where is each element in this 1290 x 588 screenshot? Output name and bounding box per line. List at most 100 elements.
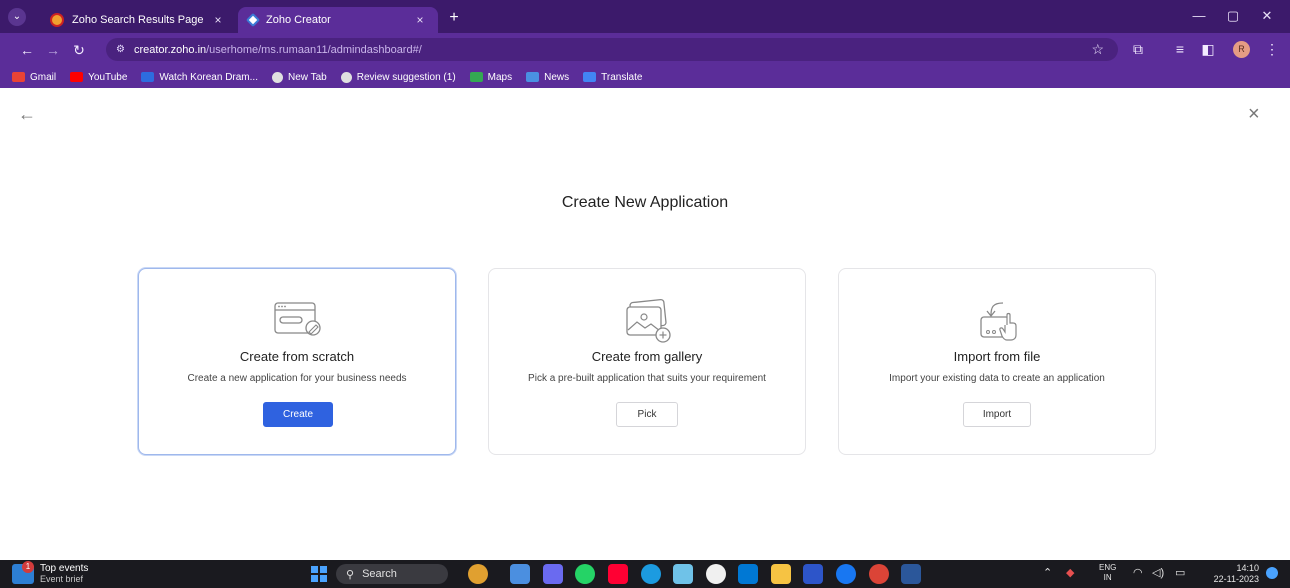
wifi-icon[interactable]: ◠ — [1133, 566, 1143, 579]
gallery-icon — [626, 298, 671, 343]
volume-icon[interactable]: ◁) — [1152, 566, 1164, 579]
store-icon[interactable] — [738, 564, 758, 584]
bookmark-maps[interactable]: Maps — [469, 71, 513, 83]
task-view-icon[interactable] — [510, 564, 530, 584]
back-icon[interactable]: ← — [18, 41, 36, 59]
import-file-icon — [980, 302, 1017, 341]
url-path: /userhome/ms.rumaan11/admindashboard#/ — [206, 43, 422, 56]
reading-list-icon[interactable]: ≡ — [1170, 40, 1190, 58]
start-button[interactable] — [311, 566, 327, 582]
reload-icon[interactable]: ↻ — [70, 41, 88, 59]
edge-icon[interactable] — [641, 564, 661, 584]
blank-app-icon — [274, 302, 321, 336]
bookmark-label: Gmail — [30, 71, 57, 83]
forward-icon[interactable]: → — [44, 41, 62, 59]
chrome-icon[interactable] — [869, 564, 889, 584]
system-clock[interactable]: 14:10 22-11-2023 — [1211, 563, 1259, 585]
bookmark-label: Maps — [487, 71, 513, 83]
card-title: Import from file — [953, 349, 1041, 364]
zoho-favicon-icon — [50, 13, 64, 27]
address-bar[interactable]: ⚙ creator.zoho.in/userhome/ms.rumaan11/a… — [106, 38, 1118, 61]
whatsapp-icon[interactable] — [575, 564, 595, 584]
tab-zoho-search[interactable]: Zoho Search Results Page × — [40, 7, 236, 33]
github-icon[interactable] — [706, 564, 726, 584]
language-indicator[interactable]: ENG IN — [1099, 563, 1116, 583]
create-button[interactable]: Create — [263, 402, 333, 427]
widgets-badge: 1 — [22, 561, 34, 573]
drama-site-icon — [141, 72, 155, 82]
new-tab-button[interactable]: + — [444, 9, 464, 29]
card-description: Pick a pre-built application that suits … — [528, 373, 766, 384]
widgets-subtitle: Event brief — [40, 574, 84, 584]
facebook-icon[interactable] — [836, 564, 856, 584]
tray-overflow-icon[interactable]: ⌃ — [1043, 566, 1052, 579]
widgets-title: Top events — [40, 563, 89, 574]
bookmark-youtube[interactable]: YouTube — [70, 72, 127, 83]
clock-time: 14:10 — [1236, 563, 1259, 573]
widgets-text[interactable]: Top events Event brief — [40, 563, 88, 585]
region-code: IN — [1103, 573, 1112, 582]
bookmark-korean-drama[interactable]: Watch Korean Dram... — [141, 72, 258, 83]
windows-taskbar: 1 Top events Event brief ⚲ Search ⌃ ◆ EN… — [0, 560, 1290, 588]
minimize-icon[interactable]: — — [1188, 8, 1210, 23]
tab-title: Zoho Search Results Page — [72, 14, 204, 26]
tab-search-button[interactable]: ⌄ — [8, 8, 26, 26]
card-import-from-file[interactable]: Import from file Import your existing da… — [838, 268, 1156, 455]
window-close-icon[interactable]: ✕ — [1256, 8, 1278, 24]
lang-code: ENG — [1099, 563, 1117, 572]
back-arrow-icon[interactable]: ← — [18, 104, 36, 125]
taskbar-search[interactable]: ⚲ Search — [336, 564, 448, 584]
card-create-from-scratch[interactable]: Create from scratch Create a new applica… — [138, 268, 456, 455]
card-title: Create from gallery — [591, 349, 703, 364]
card-create-from-gallery[interactable]: Create from gallery Pick a pre-built app… — [488, 268, 806, 455]
tab-close-icon[interactable]: × — [210, 13, 226, 27]
tab-title: Zoho Creator — [266, 14, 331, 26]
card-description: Import your existing data to create an a… — [889, 373, 1105, 384]
bookmarks-bar: Gmail YouTube Watch Korean Dram... New T… — [0, 66, 1290, 88]
search-label: Search — [362, 568, 397, 580]
url-host: creator.zoho.in — [133, 43, 207, 56]
bookmark-news[interactable]: News — [526, 72, 569, 83]
tab-close-icon[interactable]: × — [412, 13, 428, 27]
side-panel-icon[interactable]: ◧ — [1198, 40, 1218, 58]
file-explorer-icon[interactable] — [771, 564, 791, 584]
bookmark-star-icon[interactable]: ☆ — [1091, 41, 1104, 58]
bookmark-gmail[interactable]: Gmail — [12, 72, 56, 83]
card-title: Create from scratch — [239, 349, 355, 364]
tab-strip: ⌄ Zoho Search Results Page × Zoho Creato… — [0, 0, 1290, 33]
close-icon[interactable]: × — [1248, 103, 1260, 126]
bookmark-label: Watch Korean Dram... — [159, 71, 258, 83]
card-description: Create a new application for your busine… — [187, 373, 407, 384]
creator-favicon-icon — [245, 12, 261, 28]
extensions-icon[interactable]: ⧉ — [1128, 40, 1148, 58]
restore-icon[interactable]: ▢ — [1222, 8, 1244, 24]
globe-icon — [271, 71, 283, 83]
tab-zoho-creator[interactable]: Zoho Creator × — [238, 7, 438, 33]
youtube-icon — [70, 72, 84, 82]
notification-icon[interactable] — [1266, 567, 1278, 579]
browser-toolbar: ← → ↻ ⚙ creator.zoho.in/userhome/ms.ruma… — [0, 33, 1290, 66]
import-button[interactable]: Import — [963, 402, 1031, 427]
profile-avatar[interactable]: R — [1233, 41, 1250, 58]
bookmark-label: Translate — [601, 71, 643, 83]
news-icon — [526, 72, 540, 82]
word-icon[interactable] — [901, 564, 921, 584]
bookmark-label: News — [544, 71, 570, 83]
teams-icon[interactable] — [543, 564, 563, 584]
tray-app-icon[interactable]: ◆ — [1066, 566, 1074, 579]
copilot-icon[interactable] — [468, 564, 488, 584]
bookmark-label: New Tab — [287, 71, 327, 83]
bookmark-review-suggestion[interactable]: Review suggestion (1) — [340, 71, 456, 83]
bookmark-new-tab[interactable]: New Tab — [271, 71, 327, 83]
page-title: Create New Application — [561, 194, 729, 211]
bookmark-label: YouTube — [88, 71, 128, 83]
youtube-app-icon[interactable] — [608, 564, 628, 584]
app-icon[interactable] — [803, 564, 823, 584]
battery-icon[interactable]: ▭ — [1175, 566, 1185, 579]
bookmark-translate[interactable]: Translate — [583, 72, 642, 83]
pick-button[interactable]: Pick — [616, 402, 678, 427]
site-info-icon[interactable]: ⚙ — [116, 44, 125, 55]
chatgpt-icon[interactable] — [673, 564, 693, 584]
browser-menu-icon[interactable]: ⋮ — [1262, 40, 1282, 58]
bookmark-label: Review suggestion (1) — [356, 71, 456, 83]
